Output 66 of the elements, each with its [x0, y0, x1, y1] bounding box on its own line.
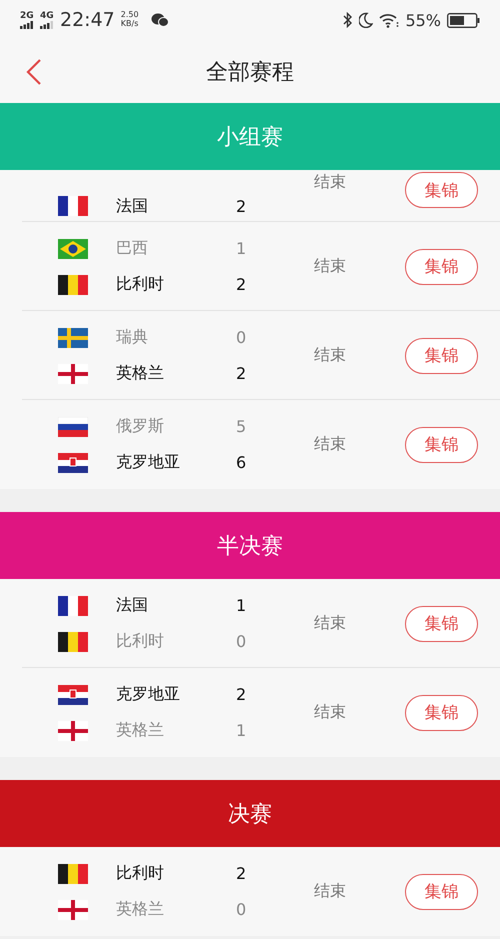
match-status: 结束: [314, 702, 346, 723]
team-score: 2: [236, 864, 248, 883]
highlights-button[interactable]: 集锦: [405, 426, 478, 462]
bluetooth-icon: [343, 12, 354, 28]
battery-icon: [447, 12, 480, 28]
team-score: 1: [236, 596, 248, 615]
horizontal-tricolour-flag-icon: [58, 684, 88, 704]
page-title: 全部赛程: [206, 58, 294, 86]
team-name: 英格兰: [116, 363, 165, 384]
vertical-tricolour-flag-icon: [58, 864, 88, 884]
team-score: 0: [236, 328, 248, 347]
team-score: 2: [236, 275, 248, 294]
team-name: 比利时: [116, 274, 165, 295]
clock: 22:47: [60, 9, 115, 31]
highlights-button[interactable]: 集锦: [405, 874, 478, 910]
team-score: 6: [236, 453, 248, 472]
match-status: 结束: [314, 345, 346, 366]
team-name: 克罗地亚: [116, 684, 181, 705]
vertical-tricolour-flag-icon: [58, 632, 88, 652]
diamond-flag-icon: [58, 238, 88, 258]
team-name: 俄罗斯: [116, 416, 165, 437]
speed-unit: KB/s: [120, 20, 139, 29]
highlights-button[interactable]: 集锦: [405, 606, 478, 642]
highlights-button[interactable]: 集锦: [405, 694, 478, 730]
highlights-button[interactable]: 集锦: [405, 248, 478, 284]
match-status: 结束: [314, 434, 346, 455]
cross-flag-icon: [58, 720, 88, 740]
nordic-cross-flag-icon: [58, 328, 88, 348]
team-name: 比利时: [116, 863, 165, 884]
cross-flag-icon: [58, 364, 88, 384]
vertical-tricolour-flag-icon: [58, 274, 88, 294]
network-speed: 2.50: [120, 11, 139, 20]
team-name: 法国: [116, 196, 149, 216]
cross-flag-icon: [58, 900, 88, 920]
team-name: 英格兰: [116, 720, 165, 741]
team-score: 1: [236, 239, 248, 258]
vertical-tricolour-flag-icon: [58, 596, 88, 616]
wifi-icon: [379, 12, 400, 28]
horizontal-tricolour-flag-icon: [58, 416, 88, 436]
match-status: 结束: [314, 256, 346, 277]
match-status: 结束: [314, 881, 346, 902]
moon-icon: [359, 12, 374, 28]
team-score: 2: [236, 685, 248, 704]
team-score: 1: [236, 721, 248, 740]
chat-bubbles-icon: [150, 13, 169, 27]
section-header: 小组赛: [0, 103, 500, 170]
highlights-button[interactable]: 集锦: [405, 338, 478, 374]
team-score: 5: [236, 417, 248, 436]
team-name: 法国: [116, 595, 149, 616]
section-header: 半决赛: [0, 512, 500, 579]
team-name: 英格兰: [116, 899, 165, 920]
horizontal-tricolour-flag-icon: [58, 452, 88, 472]
match-status: 结束: [314, 172, 346, 193]
team-name: 巴西: [116, 238, 149, 259]
team-score: 2: [236, 364, 248, 383]
team-score: 2: [236, 196, 248, 216]
vertical-tricolour-flag-icon: [58, 196, 88, 216]
team-name: 比利时: [116, 631, 165, 652]
battery-percent: 55%: [405, 10, 441, 30]
team-score: 0: [236, 900, 248, 919]
section-header: 决赛: [0, 780, 500, 847]
team-name: 瑞典: [116, 327, 149, 348]
team-score: 0: [236, 632, 248, 651]
match-status: 结束: [314, 613, 346, 634]
team-name: 克罗地亚: [116, 452, 181, 473]
highlights-button[interactable]: 集锦: [405, 172, 478, 208]
